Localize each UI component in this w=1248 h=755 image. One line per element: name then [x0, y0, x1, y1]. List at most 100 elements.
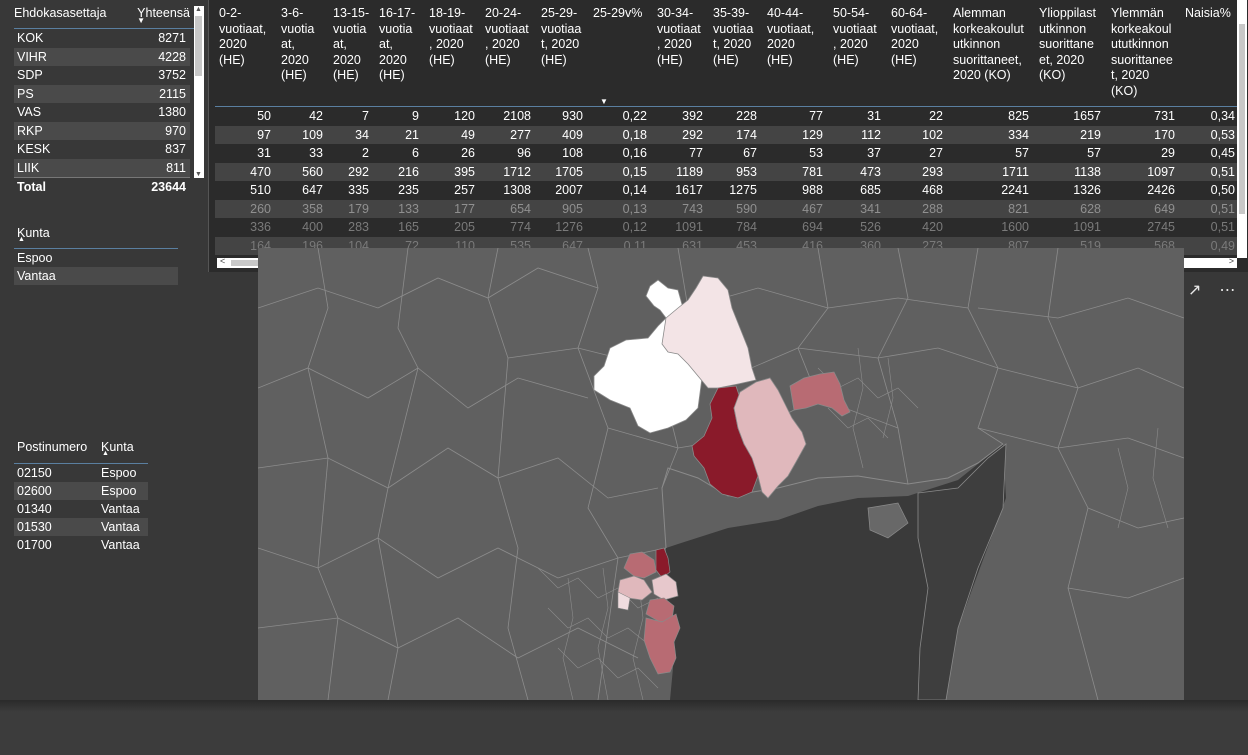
demographics-table: 0-2- vuotiaat, 2020 (HE) 3-6- vuotia at, …: [208, 0, 1248, 272]
table-cell: 0,51: [1181, 162, 1237, 181]
table-cell: 0,14: [622, 183, 647, 197]
party-row[interactable]: SDP 3752: [14, 66, 190, 85]
table-row[interactable]: 50 42 7 9 120 2108 930 0,22 392 228 77 31 22 825 1657 7…: [215, 107, 1237, 126]
party-row[interactable]: VIHR 4228: [14, 47, 190, 66]
table-cell: 647: [302, 183, 323, 197]
table-cell: 470: [215, 162, 277, 181]
scroll-left-icon[interactable]: <: [220, 256, 225, 266]
party-row[interactable]: RKP 970: [14, 121, 190, 140]
table-row[interactable]: 336 400 283 165 205 774 1276 0,12 1091 784 694 526 4…: [215, 218, 1237, 237]
table-cell: 0,53: [1181, 125, 1237, 144]
table-cell: 0,22: [622, 109, 647, 123]
focus-mode-icon[interactable]: ↗: [1188, 280, 1201, 300]
table-cell: 260: [215, 199, 277, 218]
col-header[interactable]: 0-2- vuotiaat, 2020 (HE): [215, 0, 277, 107]
postinumero-cell: 01530: [17, 520, 52, 534]
table-row[interactable]: 31 33 2 6 26 96 108 0,16 77 67 53 37 27 57 57 29 0,45: [215, 144, 1237, 163]
party-row[interactable]: VAS 1380: [14, 103, 190, 122]
scroll-down-icon[interactable]: ▼: [195, 171, 202, 178]
table-cell: 358: [277, 199, 329, 218]
posti-row[interactable]: 02150 Espoo: [14, 464, 148, 482]
kunta-slicer-header[interactable]: Kunta: [14, 226, 178, 244]
choropleth-map[interactable]: [258, 248, 1184, 700]
table-cell: 165: [398, 220, 419, 234]
party-value: 970: [165, 123, 186, 138]
table-cell: 0,12: [622, 220, 647, 234]
col-header[interactable]: 40-44- vuotiaat, 2020 (HE): [763, 0, 829, 107]
scroll-right-icon[interactable]: >: [1229, 256, 1234, 266]
table-row[interactable]: 510 647 335 235 257 1308 2007 0,14 1617 1275 988 68…: [215, 181, 1237, 200]
party-row[interactable]: PS 2115: [14, 84, 190, 103]
party-value: 2115: [159, 86, 186, 101]
more-options-icon[interactable]: ⋯: [1219, 280, 1235, 300]
col-header[interactable]: Naisia%: [1181, 0, 1237, 107]
col-header[interactable]: Ylioppilast utkinnon suorittane et, 2020…: [1035, 0, 1107, 107]
col-header[interactable]: 13-15- vuotia at, 2020 (HE): [329, 0, 375, 107]
table-cell: 2007: [555, 183, 583, 197]
table-cell: 560: [277, 162, 329, 181]
col-header[interactable]: 60-64- vuotiaat, 2020 (HE): [887, 0, 949, 107]
table-row[interactable]: 97 109 34 21 49 277 409 0,18 292 174 129 112 102 334 2…: [215, 125, 1237, 144]
table-cell: 108: [562, 146, 583, 160]
table-cell: 1600: [1001, 220, 1029, 234]
col-header[interactable]: 25-29- vuotiaa t, 2020 (HE): [537, 0, 589, 107]
col-header[interactable]: Alemman korkeakoulut utkinnon suorittane…: [949, 0, 1035, 107]
table-row[interactable]: 470 560 292 216 395 1712 1705 0,15 1189 953 781 473…: [215, 162, 1237, 181]
table-cell: 335: [348, 183, 369, 197]
party-row[interactable]: KOK 8271: [14, 29, 190, 48]
table-cell: 0,18: [589, 125, 653, 144]
col-header-total[interactable]: Yhteensä: [137, 4, 190, 28]
sort-descending-icon[interactable]: ▼: [600, 97, 608, 106]
col-header[interactable]: 18-19- vuotiaat , 2020 (HE): [425, 0, 481, 107]
kunta-item-espoo[interactable]: Espoo: [14, 249, 178, 267]
table-cell: 1189: [653, 162, 709, 181]
table-cell: 216: [375, 162, 425, 181]
table-cell: 0,16: [622, 146, 647, 160]
party-table-header: Ehdokasasettaja Yhteensä: [14, 4, 204, 29]
kunta-cell: Vantaa: [101, 502, 140, 516]
col-header[interactable]: Ylemmän korkeakoul ututkinnon suorittane…: [1107, 0, 1181, 107]
party-name: LIIK: [17, 160, 40, 175]
party-total-row: Total 23644: [14, 177, 190, 196]
postinumero-cell: 02600: [17, 484, 52, 498]
kunta-cell: Espoo: [101, 466, 137, 480]
col-header[interactable]: 3-6- vuotia at, 2020 (HE): [277, 0, 329, 107]
party-row[interactable]: KESK 837: [14, 140, 190, 159]
table-cell: 0,50: [1210, 183, 1235, 197]
table-cell: 42: [309, 109, 323, 123]
party-row[interactable]: LIIK 811: [14, 158, 190, 177]
table-cell: 77: [809, 109, 823, 123]
party-value: 837: [165, 142, 186, 156]
table-cell: 468: [922, 183, 943, 197]
col-header[interactable]: 50-54- vuotiaat , 2020 (HE): [829, 0, 887, 107]
scrollbar-thumb[interactable]: [195, 16, 202, 76]
table-cell: 1711: [949, 162, 1035, 181]
table-row[interactable]: 260 358 179 133 177 654 905 0,13 743 590 467 341 288…: [215, 199, 1237, 218]
posti-row[interactable]: 01700 Vantaa: [14, 536, 148, 554]
table-cell: 400: [302, 220, 323, 234]
table-cell: 1138: [1035, 162, 1107, 181]
party-name: PS: [17, 86, 34, 101]
scrollbar-thumb[interactable]: [1239, 24, 1245, 214]
col-header-candidate[interactable]: Ehdokasasettaja: [14, 4, 106, 28]
table-cell: 743: [653, 199, 709, 218]
col-header[interactable]: 20-24- vuotiaat , 2020 (HE): [481, 0, 537, 107]
total-value: 23644: [151, 180, 186, 194]
table-vertical-scrollbar[interactable]: [1237, 0, 1247, 258]
kunta-item-vantaa[interactable]: Vantaa: [14, 267, 178, 285]
col-header[interactable]: 16-17- vuotia at, 2020 (HE): [375, 0, 425, 107]
col-header-postinumero[interactable]: Postinumero: [14, 440, 101, 458]
col-header[interactable]: 35-39- vuotiaa t, 2020 (HE): [709, 0, 763, 107]
posti-row[interactable]: 02600 Espoo: [14, 482, 148, 500]
posti-row[interactable]: 01340 Vantaa: [14, 500, 148, 518]
table-cell: 1657: [1073, 109, 1101, 123]
party-table-scrollbar[interactable]: ▲ ▼: [194, 6, 204, 178]
col-header[interactable]: 30-34- vuotiaat , 2020 (HE): [653, 0, 709, 107]
posti-row[interactable]: 01530 Vantaa: [14, 518, 148, 536]
scroll-up-icon[interactable]: ▲: [195, 6, 202, 13]
party-votes-table: Ehdokasasettaja Yhteensä KOK 8271 VIHR 4228…: [14, 4, 204, 196]
sort-ascending-icon[interactable]: ▲: [18, 236, 25, 243]
table-cell: 930: [562, 109, 583, 123]
col-header[interactable]: 25-29v%: [589, 0, 653, 107]
sort-ascending-icon[interactable]: ▲: [102, 450, 109, 457]
